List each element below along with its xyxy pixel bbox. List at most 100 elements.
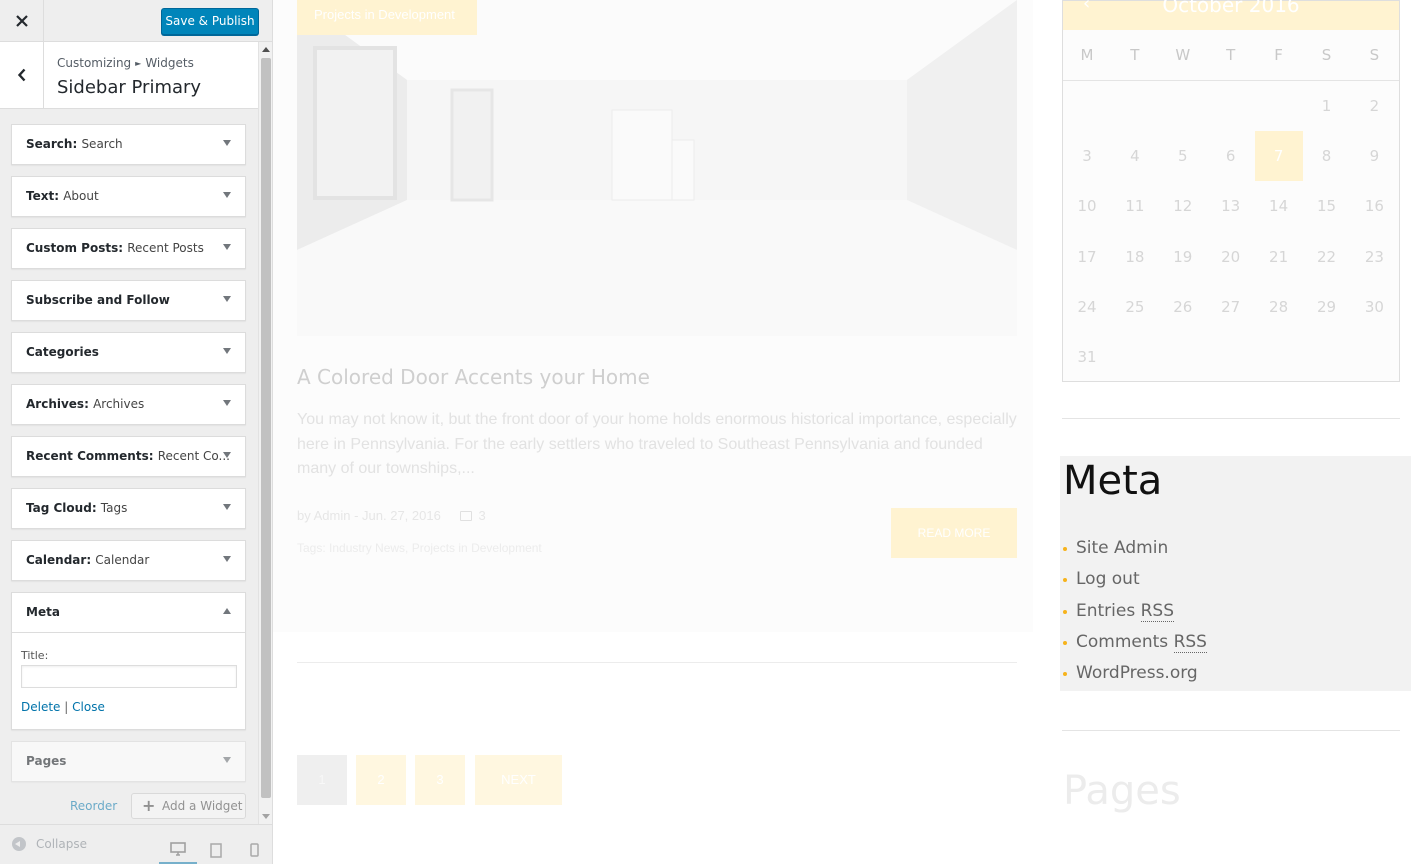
reorder-link[interactable]: Reorder: [70, 799, 117, 813]
close-customizer-button[interactable]: [0, 0, 44, 42]
calendar-day[interactable]: 16: [1350, 181, 1398, 231]
weekday-label: F: [1274, 46, 1283, 64]
calendar-day[interactable]: 12: [1159, 181, 1207, 231]
next-page-button[interactable]: NEXT: [475, 755, 562, 805]
widget-header[interactable]: Categories: [12, 333, 245, 372]
meta-link-wordpress-org[interactable]: WordPress.org: [1076, 663, 1198, 683]
calendar-day[interactable]: 30: [1350, 282, 1398, 332]
preview-desktop-button[interactable]: [159, 835, 197, 864]
calendar-day[interactable]: 10: [1063, 181, 1111, 231]
meta-widget: Meta Site Admin Log out Entries RSS Comm…: [1060, 456, 1411, 691]
calendar-day[interactable]: 29: [1303, 282, 1351, 332]
panel-scrollbar[interactable]: [258, 42, 272, 824]
close-link[interactable]: Close: [72, 700, 105, 714]
weekday-label: S: [1321, 46, 1332, 64]
caret-down-icon[interactable]: [223, 504, 231, 510]
caret-down-icon[interactable]: [223, 452, 231, 458]
calendar-day[interactable]: 15: [1303, 181, 1351, 231]
caret-down-icon[interactable]: [223, 348, 231, 354]
calendar-day[interactable]: 23: [1350, 232, 1398, 282]
calendar-day[interactable]: 28: [1255, 282, 1303, 332]
meta-link-comments-rss[interactable]: Comments RSS: [1076, 632, 1207, 653]
widget-header[interactable]: Subscribe and Follow: [12, 281, 245, 320]
widget-form: Title: Delete | Close: [12, 632, 245, 729]
calendar-day[interactable]: 24: [1063, 282, 1111, 332]
collapse-icon: [12, 837, 26, 851]
widget-header[interactable]: Custom Posts: Recent Posts: [12, 229, 245, 268]
calendar-day[interactable]: 3: [1063, 131, 1111, 181]
calendar-day[interactable]: 19: [1159, 232, 1207, 282]
calendar-day[interactable]: 18: [1111, 232, 1159, 282]
calendar-day[interactable]: 6: [1207, 131, 1255, 181]
meta-link-site-admin[interactable]: Site Admin: [1076, 538, 1168, 558]
post-category-badge[interactable]: Projects in Development: [297, 0, 477, 35]
caret-down-icon[interactable]: [223, 140, 231, 146]
scroll-down-icon[interactable]: [262, 814, 270, 819]
calendar-day[interactable]: 31: [1063, 332, 1111, 382]
caret-down-icon[interactable]: [223, 296, 231, 302]
calendar-day[interactable]: 26: [1159, 282, 1207, 332]
calendar-day[interactable]: 27: [1207, 282, 1255, 332]
calendar-day[interactable]: 11: [1111, 181, 1159, 231]
widget-subtitle: Tags: [100, 501, 128, 515]
widget-header[interactable]: Search: Search: [12, 125, 245, 164]
preview-tablet-button[interactable]: [197, 835, 235, 864]
calendar-day[interactable]: 13: [1207, 181, 1255, 231]
caret-down-icon[interactable]: [223, 192, 231, 198]
widget-header[interactable]: Text: About: [12, 177, 245, 216]
page-button-3[interactable]: 3: [415, 755, 465, 805]
widget-title-input[interactable]: [21, 665, 237, 688]
read-more-button[interactable]: READ MORE: [891, 508, 1017, 558]
calendar-day[interactable]: 8: [1303, 131, 1351, 181]
calendar-day[interactable]: 21: [1255, 232, 1303, 282]
meta-link-entries-rss[interactable]: Entries RSS: [1076, 601, 1175, 622]
calendar-day[interactable]: 2: [1350, 81, 1398, 131]
caret-down-icon[interactable]: [223, 400, 231, 406]
post-title[interactable]: A Colored Door Accents your Home: [297, 365, 650, 389]
preview-mobile-button[interactable]: [235, 835, 272, 864]
widget-header[interactable]: Meta: [12, 593, 245, 632]
scroll-up-icon[interactable]: [262, 47, 270, 52]
calendar-day[interactable]: 25: [1111, 282, 1159, 332]
calendar-day[interactable]: 17: [1063, 232, 1111, 282]
title-label: Title:: [21, 649, 49, 662]
comment-count[interactable]: 3: [460, 508, 486, 523]
widget-header[interactable]: Calendar: Calendar: [12, 541, 245, 580]
comment-count-value: 3: [478, 508, 486, 523]
post-excerpt: You may not know it, but the front door …: [297, 411, 1017, 477]
calendar-day[interactable]: 1: [1303, 81, 1351, 131]
caret-down-icon[interactable]: [223, 556, 231, 562]
caret-up-icon[interactable]: [223, 608, 231, 614]
page-button-2[interactable]: 2: [356, 755, 406, 805]
post-featured-image[interactable]: [297, 0, 1017, 336]
widget-subtitle: Recent Posts: [127, 241, 204, 255]
add-widget-button[interactable]: + Add a Widget: [131, 793, 246, 819]
back-button[interactable]: [0, 42, 44, 108]
scrollbar-thumb[interactable]: [261, 58, 271, 798]
close-icon: [15, 15, 28, 27]
calendar-day[interactable]: 14: [1255, 181, 1303, 231]
collapse-button[interactable]: Collapse: [12, 837, 87, 851]
widget-title: Meta: [26, 605, 60, 619]
calendar-day-today[interactable]: 7: [1254, 131, 1303, 182]
divider: [297, 662, 1017, 663]
widget-recent-comments: Recent Comments: Recent Co...: [11, 436, 246, 477]
widget-header[interactable]: Archives: Archives: [12, 385, 245, 424]
calendar-day[interactable]: 4: [1111, 131, 1159, 181]
widget-header[interactable]: Pages: [12, 742, 245, 781]
widget-header[interactable]: Tag Cloud: Tags: [12, 489, 245, 528]
widget-header[interactable]: Recent Comments: Recent Co...: [12, 437, 245, 476]
bullet-icon: [1063, 610, 1067, 614]
calendar-day[interactable]: 9: [1350, 131, 1398, 181]
caret-down-icon[interactable]: [223, 244, 231, 250]
add-widget-label: Add a Widget: [162, 799, 243, 813]
delete-link[interactable]: Delete: [21, 700, 60, 714]
meta-link-log-out[interactable]: Log out: [1076, 569, 1140, 589]
caret-down-icon[interactable]: [223, 757, 231, 763]
page-button-1[interactable]: 1: [297, 755, 347, 805]
calendar-day[interactable]: 5: [1159, 131, 1207, 181]
section-title: Sidebar Primary: [57, 77, 202, 98]
calendar-day[interactable]: 22: [1303, 232, 1351, 282]
save-publish-button[interactable]: Save & Publish: [161, 8, 259, 35]
calendar-day[interactable]: 20: [1207, 232, 1255, 282]
